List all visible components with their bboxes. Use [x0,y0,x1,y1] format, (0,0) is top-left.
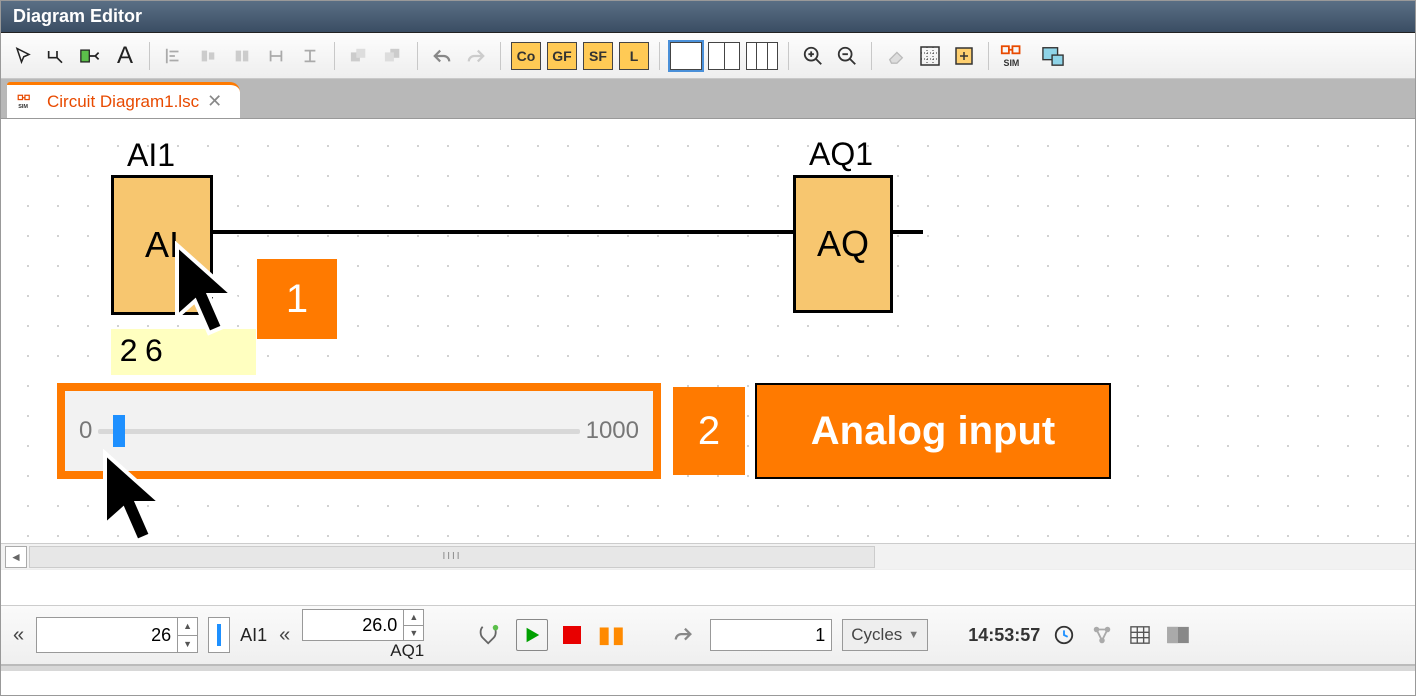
data-log-button[interactable]: L [619,42,649,70]
gap-panel [1,569,1415,605]
scroll-left-button[interactable]: ◄ [5,546,27,568]
horizontal-scrollbar-row: ◄ IIII [1,543,1415,569]
ai-value-input[interactable] [37,618,177,652]
ai-block-value: 26 [111,329,256,375]
tab-circuit-diagram[interactable]: SIM Circuit Diagram1.lsc ✕ [7,82,240,118]
ai-value-field[interactable]: ▲ ▼ [36,617,198,653]
text-tool-icon[interactable]: A [109,40,141,72]
align-center-v-icon[interactable] [192,40,224,72]
simulation-bar: « ▲ ▼ AI1 « ▲ ▼ AQ1 ▮▮ Cycles [1,605,1415,665]
diagram-tab-icon: SIM [17,93,39,111]
title-bar: Diagram Editor [1,1,1415,33]
bring-front-icon[interactable] [343,40,375,72]
ai-block[interactable]: AI [111,175,213,315]
collapse-left-icon[interactable]: « [11,624,26,647]
close-tab-icon[interactable]: ✕ [207,91,222,112]
toolbar-separator [417,42,418,70]
stop-button[interactable] [558,621,586,649]
spin-down-icon[interactable]: ▼ [404,626,423,641]
view-single-pane[interactable] [670,42,702,70]
diagram-canvas[interactable]: AI1 AI 26 AQ1 AQ 1 0 1000 2 Analog input [1,119,1415,543]
data-table-icon[interactable] [1126,621,1154,649]
send-back-icon[interactable] [377,40,409,72]
ai-name-label: AI1 [240,625,267,646]
scroll-track[interactable]: IIII [29,546,875,568]
ai-mini-slider[interactable] [208,617,230,653]
align-distribute-v-icon[interactable] [294,40,326,72]
slider-max-label: 1000 [586,417,639,445]
ai-value-spinner[interactable]: ▲ ▼ [177,618,197,652]
wire-ai-to-aq[interactable] [213,230,793,234]
align-distribute-h-icon[interactable] [260,40,292,72]
cycles-unit-select[interactable]: Cycles ▼ [842,619,928,651]
aq-value-input[interactable] [303,610,403,640]
step-button[interactable] [668,619,700,651]
wire-aq-out [893,230,923,234]
align-right-icon[interactable] [226,40,258,72]
simulation-time: 14:53:57 [968,625,1040,646]
toolbar-separator [871,42,872,70]
toolbar-separator [500,42,501,70]
spin-up-icon[interactable]: ▲ [178,618,197,636]
chevron-down-icon: ▼ [908,629,919,641]
callout-1: 1 [257,259,337,339]
redo-icon[interactable] [460,40,492,72]
bottom-border [1,665,1415,671]
ai-block-name: AI1 [127,137,175,174]
callout-analog-input: Analog input [755,383,1111,479]
collapse-mid-icon[interactable]: « [277,624,292,647]
aq-output-group: ▲ ▼ AQ1 [302,609,424,661]
view-two-pane[interactable] [708,42,740,70]
slider-min-label: 0 [79,417,92,445]
play-button[interactable] [516,619,548,651]
online-test-icon[interactable] [1037,40,1069,72]
cycles-field[interactable] [710,619,832,651]
tab-label: Circuit Diagram1.lsc [47,92,199,112]
toolbar-separator [334,42,335,70]
slider-thumb[interactable] [113,415,125,447]
view-three-pane[interactable] [746,42,778,70]
aq-block[interactable]: AQ [793,175,893,313]
pause-button[interactable]: ▮▮ [596,619,628,651]
cut-connection-tool-icon[interactable] [75,40,107,72]
callout-2: 2 [673,387,745,475]
eraser-icon[interactable] [880,40,912,72]
align-left-icon[interactable] [158,40,190,72]
snap-toggle-icon[interactable] [948,40,980,72]
aq-block-name: AQ1 [809,136,873,173]
grid-toggle-icon[interactable] [914,40,946,72]
network-icon[interactable] [1088,621,1116,649]
connector-tool-icon[interactable] [41,40,73,72]
aq-block-label: AQ [817,223,869,265]
special-functions-button[interactable]: SF [583,42,613,70]
clock-icon[interactable] [1050,621,1078,649]
power-toggle-icon[interactable] [474,619,506,651]
toolbar-separator [149,42,150,70]
window-title: Diagram Editor [13,6,142,27]
constants-button[interactable]: Co [511,42,541,70]
slider-track[interactable] [98,429,579,434]
analog-input-slider[interactable]: 0 1000 [57,383,661,479]
spin-down-icon[interactable]: ▼ [178,636,197,653]
cycles-input[interactable] [711,620,831,650]
svg-text:SIM: SIM [1004,57,1020,67]
toolbar-separator [788,42,789,70]
zoom-out-icon[interactable] [831,40,863,72]
tab-bar: SIM Circuit Diagram1.lsc ✕ [1,79,1415,119]
pointer-tool-icon[interactable] [7,40,39,72]
spin-up-icon[interactable]: ▲ [404,610,423,626]
undo-icon[interactable] [426,40,458,72]
aq-value-field[interactable]: ▲ ▼ [302,609,424,641]
toolbar-separator [988,42,989,70]
trend-view-icon[interactable] [1164,621,1192,649]
svg-text:SIM: SIM [18,104,28,110]
aq-value-spinner[interactable]: ▲ ▼ [403,610,423,640]
ai-block-label: AI [145,224,179,266]
toolbar-separator [659,42,660,70]
simulation-icon[interactable]: SIM [997,40,1035,72]
main-toolbar: A Co GF SF L [1,33,1415,79]
zoom-in-icon[interactable] [797,40,829,72]
basic-functions-button[interactable]: GF [547,42,577,70]
aq-name-label: AQ1 [390,641,424,661]
